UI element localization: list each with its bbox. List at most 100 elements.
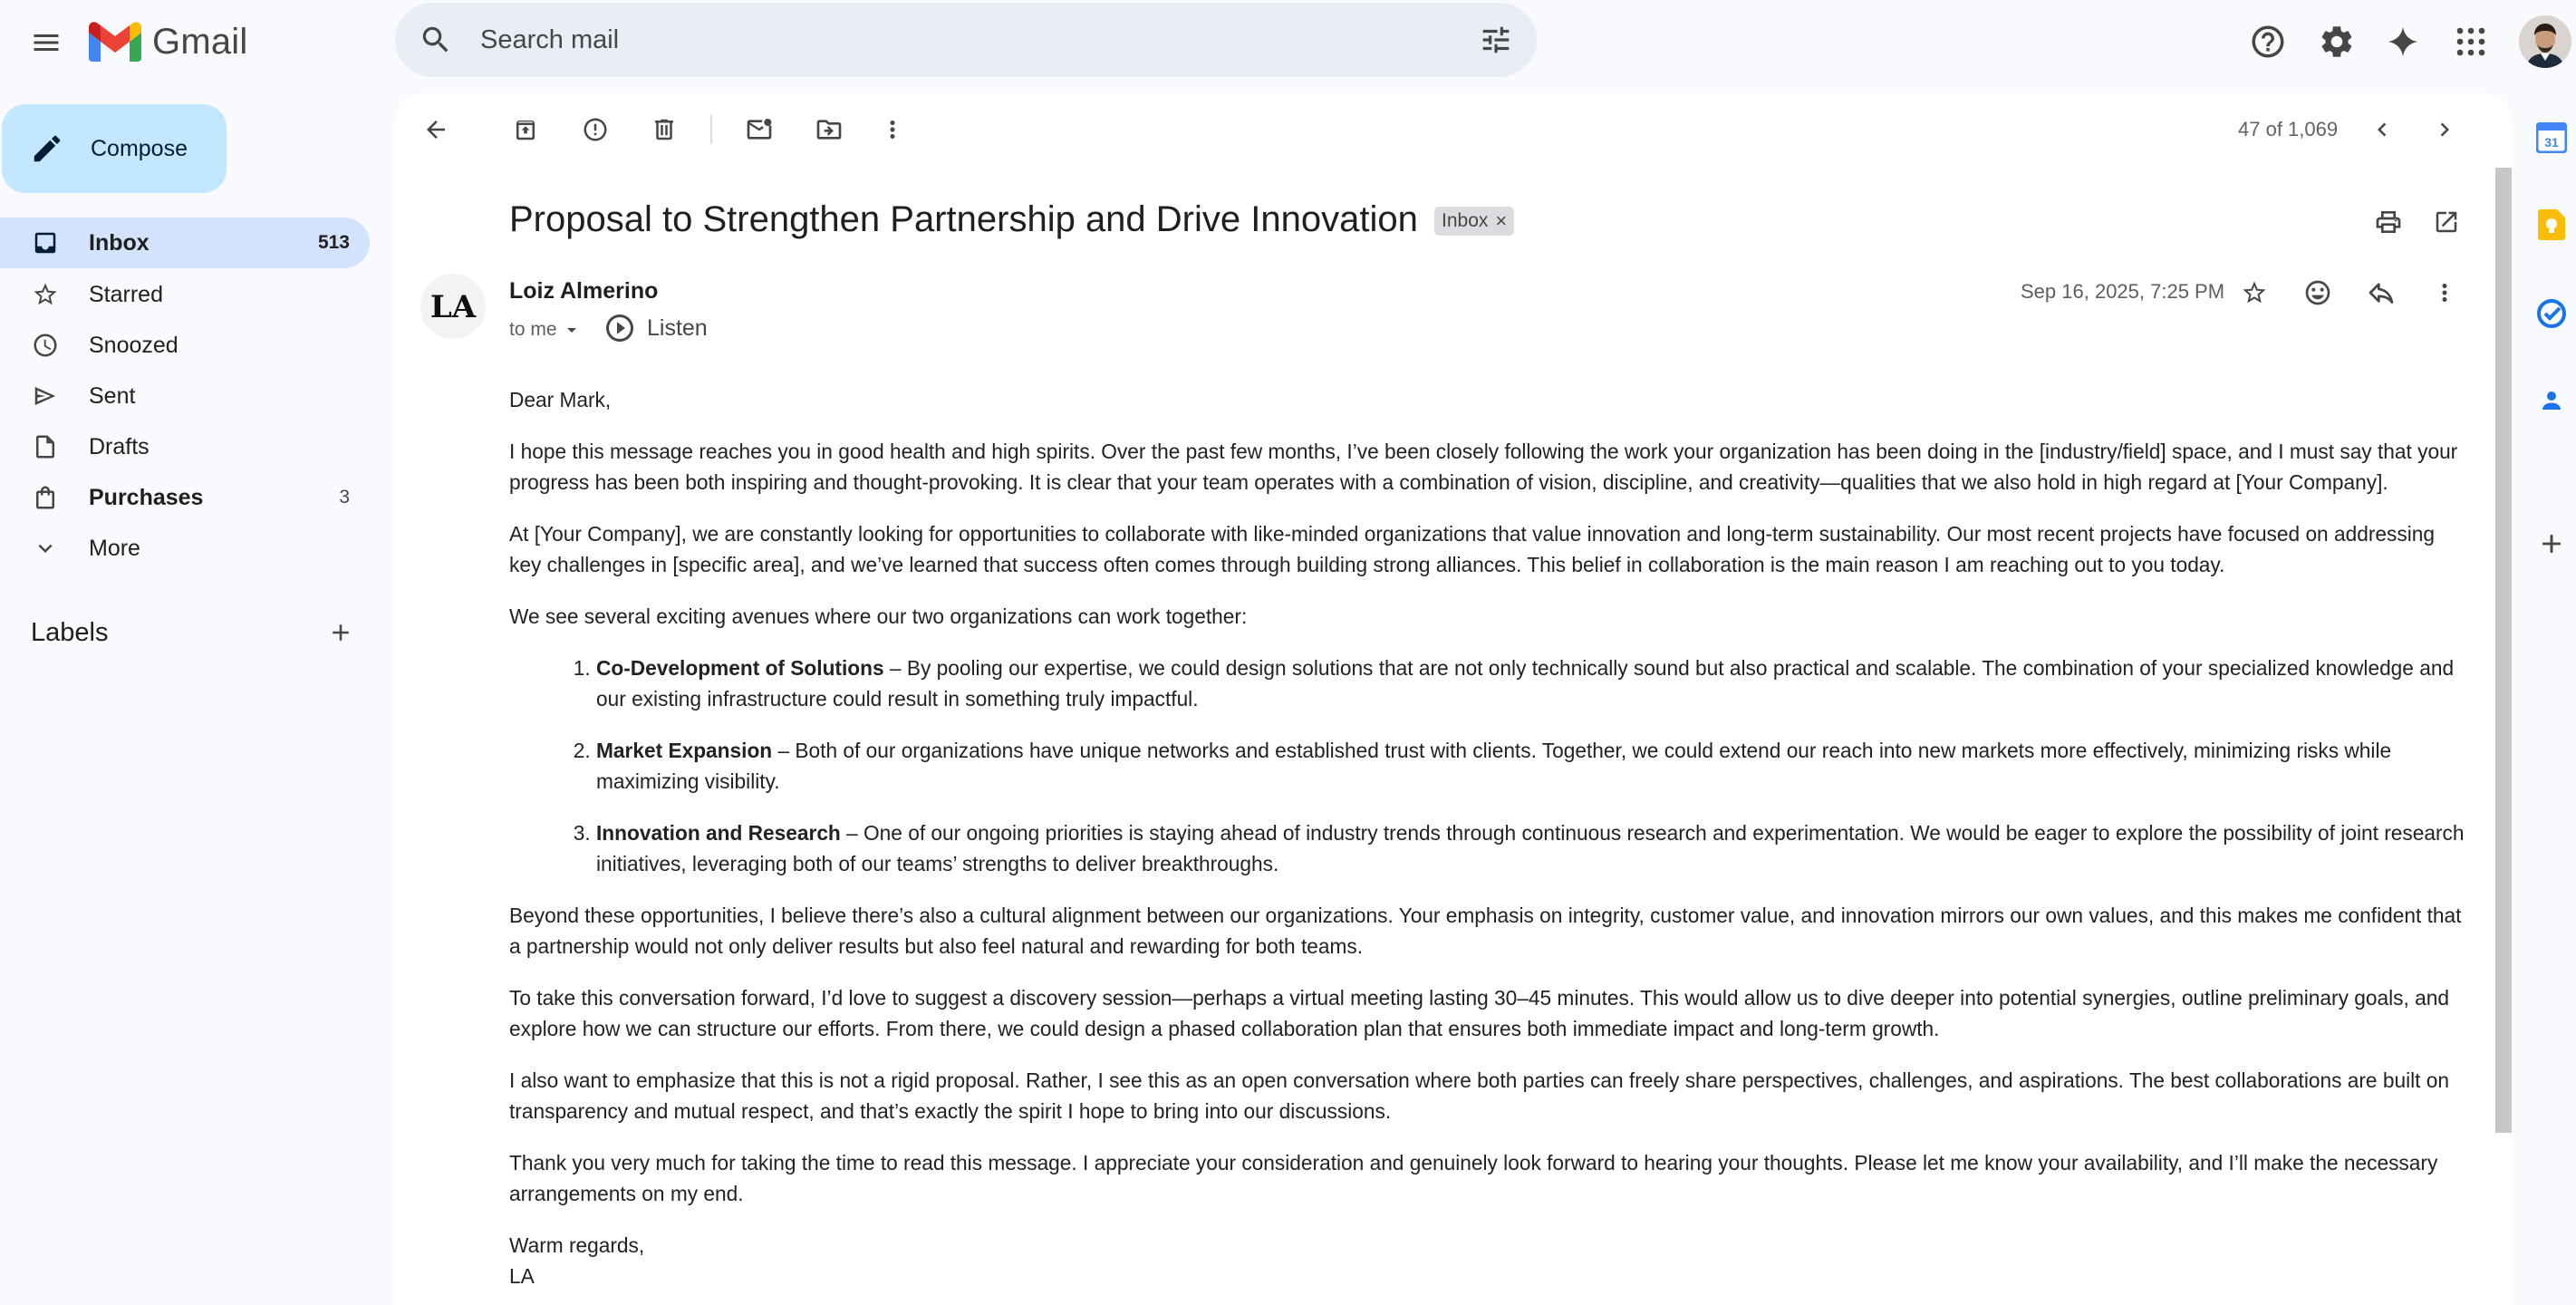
listen-button[interactable]: Listen [603, 312, 708, 344]
google-keep-icon[interactable] [2532, 205, 2571, 245]
sidebar-item-label: Sent [89, 382, 136, 409]
gemini-sparkle-icon[interactable] [2378, 16, 2428, 67]
search-options-icon[interactable] [1475, 19, 1517, 61]
older-chevron-right-icon[interactable] [2422, 107, 2467, 152]
email-subject: Proposal to Strengthen Partnership and D… [509, 199, 1418, 239]
greeting: Dear Mark, [509, 388, 612, 411]
compose-label: Compose [91, 135, 188, 161]
toolbar-divider [710, 115, 712, 144]
list-item: Co-Development of Solutions – By pooling… [596, 652, 2466, 714]
body-paragraph: To take this conversation forward, I’d l… [509, 986, 2449, 1040]
sender-monogram: LA [430, 289, 477, 325]
reply-icon[interactable] [2359, 270, 2404, 315]
star-icon[interactable] [2232, 270, 2277, 315]
sidebar-item-label: Inbox [89, 229, 150, 256]
apps-grid-icon[interactable] [2446, 16, 2496, 67]
send-icon [29, 380, 62, 412]
add-label-icon[interactable] [323, 614, 359, 651]
proposal-list: Co-Development of Solutions – By pooling… [596, 652, 2466, 879]
print-icon[interactable] [2366, 199, 2411, 245]
listen-label: Listen [647, 314, 708, 341]
body-paragraph: Beyond these opportunities, I believe th… [509, 904, 2462, 958]
search-bar[interactable] [395, 3, 1537, 77]
add-reaction-emoji-icon[interactable] [2295, 270, 2340, 315]
help-icon[interactable] [2243, 16, 2293, 67]
unread-count: 3 [339, 487, 350, 508]
remove-label-icon[interactable]: × [1495, 209, 1507, 233]
newer-chevron-left-icon[interactable] [2359, 107, 2405, 152]
list-item-title: Market Expansion [596, 739, 773, 762]
gmail-logo[interactable]: Gmail [89, 18, 247, 65]
archive-icon[interactable] [503, 107, 548, 152]
sidebar-item-label: Snoozed [89, 332, 178, 358]
inbox-label-chip: Inbox × [1434, 207, 1515, 236]
report-spam-icon[interactable] [573, 107, 618, 152]
google-calendar-icon[interactable]: 31 [2532, 118, 2571, 158]
sidebar-item-starred[interactable]: Starred [0, 269, 370, 320]
settings-gear-icon[interactable] [2311, 16, 2362, 67]
scrollbar-thumb[interactable] [2495, 168, 2512, 1133]
list-item-text: – Both of our organizations have unique … [596, 739, 2392, 793]
mark-unread-icon[interactable] [737, 107, 782, 152]
sidebar-item-label: Starred [89, 281, 163, 307]
sender-name[interactable]: Loiz Almerino [509, 278, 658, 304]
star-icon [29, 278, 62, 311]
user-photo [2519, 15, 2571, 68]
email-body: Dear Mark, I hope this message reaches y… [509, 384, 2466, 1291]
list-item-title: Co-Development of Solutions [596, 656, 884, 680]
list-item-title: Innovation and Research [596, 821, 841, 845]
delete-trash-icon[interactable] [642, 107, 687, 152]
pencil-icon [29, 130, 65, 167]
more-vert-icon[interactable] [870, 107, 915, 152]
shopping-bag-icon [29, 481, 62, 514]
body-paragraph: I also want to emphasize that this is no… [509, 1068, 2449, 1123]
inbox-icon [29, 227, 62, 259]
list-item: Market Expansion – Both of our organizat… [596, 735, 2466, 797]
search-icon[interactable] [415, 19, 457, 61]
chevron-down-icon [29, 532, 62, 565]
sidebar-item-sent[interactable]: Sent [0, 371, 370, 421]
email-date: Sep 16, 2025, 7:25 PM [2021, 280, 2225, 303]
sender-avatar[interactable]: LA [420, 274, 486, 339]
back-arrow-icon[interactable] [413, 107, 458, 152]
body-paragraph: At [Your Company], we are constantly loo… [509, 522, 2435, 576]
main-menu-button[interactable] [20, 16, 72, 69]
message-more-vert-icon[interactable] [2422, 270, 2467, 315]
list-item: Innovation and Research – One of our ong… [596, 817, 2466, 879]
sidebar-item-label: Purchases [89, 484, 204, 510]
signature: LA [509, 1264, 535, 1288]
app-name: Gmail [152, 21, 248, 62]
recipient-label: to me [509, 319, 557, 340]
pagination-count: 47 of 1,069 [2238, 118, 2339, 140]
sidebar-item-drafts[interactable]: Drafts [0, 421, 370, 472]
sign-off: Warm regards, [509, 1233, 645, 1257]
play-circle-icon [603, 312, 636, 344]
compose-button[interactable]: Compose [2, 104, 227, 193]
clock-icon [29, 329, 62, 362]
hamburger-icon [34, 34, 59, 51]
sidebar-item-purchases[interactable]: Purchases 3 [0, 472, 370, 523]
account-avatar[interactable] [2519, 15, 2571, 68]
open-in-new-window-icon[interactable] [2424, 199, 2469, 245]
gmail-m-icon [89, 22, 141, 62]
calendar-day: 31 [2544, 135, 2559, 150]
google-contacts-icon[interactable] [2532, 381, 2571, 420]
chip-label: Inbox [1442, 210, 1489, 231]
body-paragraph: We see several exciting avenues where ou… [509, 604, 1248, 628]
sidebar-item-inbox[interactable]: Inbox 513 [0, 218, 370, 268]
google-tasks-icon[interactable] [2532, 294, 2571, 334]
search-input[interactable] [480, 3, 1386, 77]
sidebar-item-snoozed[interactable]: Snoozed [0, 320, 370, 371]
body-paragraph: Thank you very much for taking the time … [509, 1151, 2438, 1205]
list-item-text: – One of our ongoing priorities is stayi… [596, 821, 2465, 875]
recipients-toggle[interactable]: to me [509, 319, 583, 341]
move-to-folder-icon[interactable] [806, 107, 852, 152]
body-paragraph: I hope this message reaches you in good … [509, 440, 2458, 494]
draft-icon [29, 430, 62, 463]
sidebar-item-label: Drafts [89, 433, 150, 459]
sidebar-item-more[interactable]: More [0, 523, 370, 574]
add-addon-plus-icon[interactable] [2532, 524, 2571, 564]
unread-count: 513 [317, 232, 350, 253]
caret-down-icon [566, 328, 576, 333]
sidebar-item-label: More [89, 535, 140, 561]
